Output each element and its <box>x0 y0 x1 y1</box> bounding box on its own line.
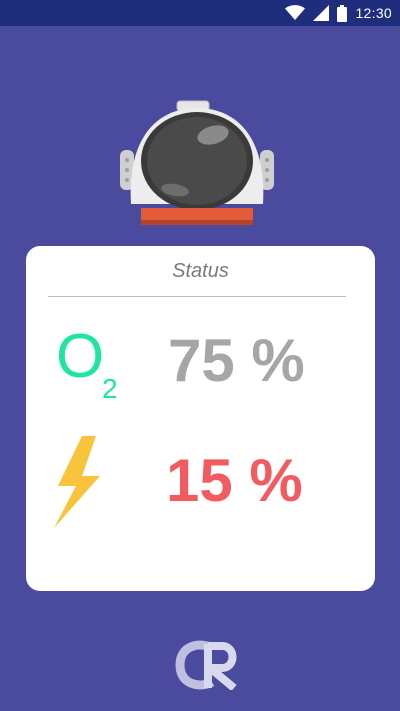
status-card: Status O 2 75 % 15 % <box>26 246 375 591</box>
cellular-signal-icon <box>313 5 330 21</box>
oxygen-subscript: 2 <box>102 373 118 404</box>
oxygen-icon: O 2 <box>56 322 126 408</box>
astronaut-helmet-icon <box>120 100 274 225</box>
oxygen-symbol: O <box>56 322 105 391</box>
battery-icon <box>337 4 348 22</box>
status-card-title: Status <box>172 260 229 282</box>
clock: 12:30 <box>355 5 392 21</box>
oxygen-value: 75 % <box>168 327 305 394</box>
lightning-bolt-icon <box>54 436 100 528</box>
cr-logo-icon <box>175 640 237 690</box>
divider <box>48 296 346 297</box>
status-bar: 12:30 <box>0 0 400 26</box>
wifi-icon <box>285 5 306 20</box>
status-bar-icons: 12:30 <box>285 4 392 22</box>
energy-value: 15 % <box>166 447 303 514</box>
